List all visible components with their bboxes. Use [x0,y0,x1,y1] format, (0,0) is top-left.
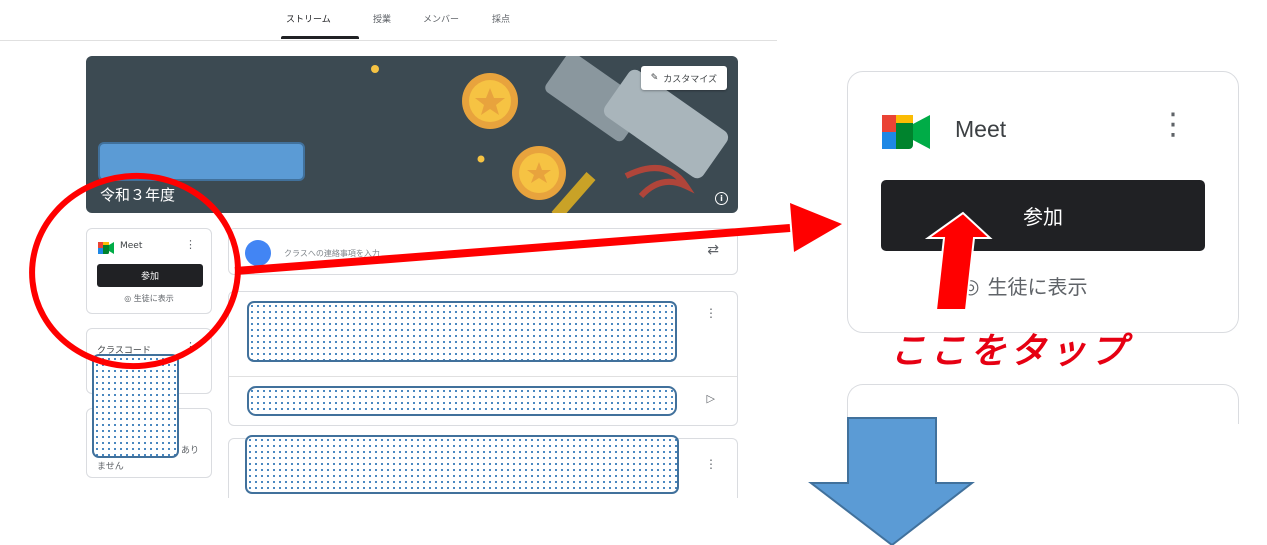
pointer-arrow-shaft [234,224,791,275]
up-arrow [924,211,993,311]
down-arrow [808,417,975,545]
highlight-ellipse [29,172,241,370]
pointer-arrow-head [790,203,842,252]
annotation-overlay [29,172,993,545]
tap-here-label: ここをタップ [890,330,1131,372]
